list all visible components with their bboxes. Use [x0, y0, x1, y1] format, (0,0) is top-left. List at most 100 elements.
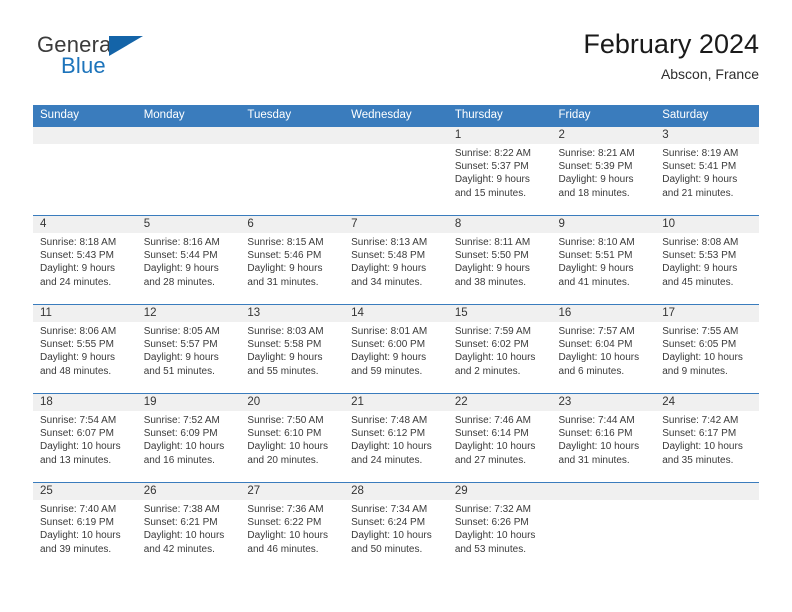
daylight-text-line1: Daylight: 9 hours [247, 263, 323, 275]
day-cell[interactable]: 15 Sunrise: 7:59 AM Sunset: 6:02 PM Dayligh… [447, 304, 552, 394]
day-cell[interactable]: 16 Sunrise: 7:57 AM Sunset: 6:04 PM Dayligh… [551, 304, 656, 394]
daylight-text-line2: and 18 minutes. [558, 187, 630, 199]
sunrise-text: Sunrise: 7:32 AM [454, 504, 531, 515]
day-cell[interactable]: 8 Sunrise: 8:11 AM Sunset: 5:50 PM Daylight… [447, 215, 552, 305]
sunrise-text: Sunrise: 8:05 AM [143, 326, 220, 337]
day-cell[interactable]: 25 Sunrise: 7:40 AM Sunset: 6:19 PM Dayligh… [33, 482, 137, 571]
week-row: 11 Sunrise: 8:06 AM Sunset: 5:55 PM Dayligh… [33, 304, 759, 394]
weekday-header-wednesday: Wednesday [344, 105, 448, 127]
sunset-text: Sunset: 5:51 PM [558, 250, 633, 262]
day-cell[interactable]: 19 Sunrise: 7:52 AM Sunset: 6:09 PM Dayligh… [136, 393, 241, 483]
day-number: 19 [136, 394, 241, 411]
day-cell[interactable]: 4 Sunrise: 8:18 AM Sunset: 5:43 PM Daylight… [33, 215, 137, 305]
sunrise-text: Sunrise: 8:06 AM [40, 326, 117, 337]
day-cell[interactable]: 20 Sunrise: 7:50 AM Sunset: 6:10 PM Dayligh… [240, 393, 345, 483]
day-cell[interactable]: 1 Sunrise: 8:22 AM Sunset: 5:37 PM Daylight… [447, 126, 552, 216]
daylight-text-line1: Daylight: 9 hours [558, 263, 634, 275]
general-blue-logo[interactable]: General Blue [33, 32, 233, 88]
day-cell[interactable]: 23 Sunrise: 7:44 AM Sunset: 6:16 PM Dayligh… [551, 393, 656, 483]
day-cell[interactable]: 11 Sunrise: 8:06 AM Sunset: 5:55 PM Dayligh… [33, 304, 137, 394]
daylight-text-line2: and 20 minutes. [247, 454, 319, 466]
day-cell[interactable]: 10 Sunrise: 8:08 AM Sunset: 5:53 PM Dayligh… [655, 215, 759, 305]
day-cell[interactable]: 29 Sunrise: 7:32 AM Sunset: 6:26 PM Dayligh… [447, 482, 552, 571]
day-cell[interactable]: 26 Sunrise: 7:38 AM Sunset: 6:21 PM Dayligh… [136, 482, 241, 571]
sunset-text: Sunset: 5:41 PM [662, 161, 737, 173]
sunset-text: Sunset: 6:26 PM [454, 517, 529, 529]
daylight-text-line1: Daylight: 10 hours [558, 441, 640, 453]
daylight-text-line2: and 45 minutes. [662, 276, 734, 288]
daylight-text-line1: Daylight: 9 hours [351, 263, 427, 275]
sunrise-text: Sunrise: 8:08 AM [662, 237, 739, 248]
day-cell[interactable]: 22 Sunrise: 7:46 AM Sunset: 6:14 PM Dayligh… [447, 393, 552, 483]
title-block: February 2024 Abscon, France [583, 28, 759, 84]
daylight-text-line1: Daylight: 10 hours [40, 530, 121, 542]
sunset-text: Sunset: 5:43 PM [40, 250, 114, 262]
daylight-text-line2: and 24 minutes. [351, 454, 423, 466]
sunset-text: Sunset: 6:00 PM [351, 339, 426, 351]
day-cell[interactable]: 13 Sunrise: 8:03 AM Sunset: 5:58 PM Dayligh… [240, 304, 345, 394]
day-number: 9 [551, 216, 656, 233]
day-cell[interactable]: 17 Sunrise: 7:55 AM Sunset: 6:05 PM Dayligh… [655, 304, 759, 394]
week-row: 18 Sunrise: 7:54 AM Sunset: 6:07 PM Dayligh… [33, 393, 759, 483]
day-cell[interactable] [240, 126, 345, 216]
day-cell[interactable] [344, 126, 448, 216]
day-cell[interactable] [136, 126, 241, 216]
daylight-text-line2: and 31 minutes. [558, 454, 630, 466]
daylight-text-line2: and 55 minutes. [247, 365, 319, 377]
daylight-text-line1: Daylight: 10 hours [40, 441, 121, 453]
daylight-text-line1: Daylight: 10 hours [454, 530, 536, 542]
sunset-text: Sunset: 6:12 PM [351, 428, 426, 440]
sunrise-text: Sunrise: 7:52 AM [143, 415, 220, 426]
day-number: 3 [655, 127, 759, 144]
day-cell[interactable] [551, 482, 656, 571]
day-number [551, 483, 656, 500]
day-cell[interactable]: 18 Sunrise: 7:54 AM Sunset: 6:07 PM Dayligh… [33, 393, 137, 483]
day-number: 15 [447, 305, 552, 322]
sunset-text: Sunset: 6:09 PM [143, 428, 218, 440]
day-number [240, 127, 345, 144]
daylight-text-line2: and 21 minutes. [662, 187, 734, 199]
day-number: 14 [344, 305, 448, 322]
daylight-text-line1: Daylight: 10 hours [143, 530, 225, 542]
sunrise-text: Sunrise: 7:50 AM [247, 415, 324, 426]
day-cell[interactable] [33, 126, 137, 216]
daylight-text-line2: and 51 minutes. [143, 365, 215, 377]
day-cell[interactable] [655, 482, 759, 571]
day-cell[interactable]: 7 Sunrise: 8:13 AM Sunset: 5:48 PM Daylight… [344, 215, 448, 305]
sunset-text: Sunset: 6:21 PM [143, 517, 218, 529]
daylight-text-line2: and 27 minutes. [454, 454, 526, 466]
day-cell[interactable]: 2 Sunrise: 8:21 AM Sunset: 5:39 PM Daylight… [551, 126, 656, 216]
day-number [33, 127, 137, 144]
sunset-text: Sunset: 5:55 PM [40, 339, 114, 351]
weekday-header-monday: Monday [136, 105, 241, 127]
triangle-flag-icon [109, 36, 143, 56]
day-cell[interactable]: 27 Sunrise: 7:36 AM Sunset: 6:22 PM Dayligh… [240, 482, 345, 571]
daylight-text-line2: and 39 minutes. [40, 543, 112, 555]
sunrise-text: Sunrise: 8:21 AM [558, 148, 635, 159]
daylight-text-line2: and 2 minutes. [454, 365, 521, 377]
sunrise-text: Sunrise: 7:36 AM [247, 504, 324, 515]
sunrise-text: Sunrise: 7:38 AM [143, 504, 220, 515]
sunset-text: Sunset: 6:16 PM [558, 428, 633, 440]
daylight-text-line1: Daylight: 10 hours [351, 530, 432, 542]
daylight-text-line1: Daylight: 10 hours [247, 441, 329, 453]
day-cell[interactable]: 14 Sunrise: 8:01 AM Sunset: 6:00 PM Dayligh… [344, 304, 448, 394]
day-cell[interactable]: 6 Sunrise: 8:15 AM Sunset: 5:46 PM Daylight… [240, 215, 345, 305]
day-cell[interactable]: 28 Sunrise: 7:34 AM Sunset: 6:24 PM Dayligh… [344, 482, 448, 571]
day-cell[interactable]: 12 Sunrise: 8:05 AM Sunset: 5:57 PM Dayligh… [136, 304, 241, 394]
day-cell[interactable]: 9 Sunrise: 8:10 AM Sunset: 5:51 PM Daylight… [551, 215, 656, 305]
daylight-text-line1: Daylight: 9 hours [662, 263, 738, 275]
weekday-header-saturday: Saturday [655, 105, 759, 127]
day-number: 4 [33, 216, 137, 233]
sunrise-text: Sunrise: 7:55 AM [662, 326, 739, 337]
day-cell[interactable]: 5 Sunrise: 8:16 AM Sunset: 5:44 PM Daylight… [136, 215, 241, 305]
day-cell[interactable]: 3 Sunrise: 8:19 AM Sunset: 5:41 PM Daylight… [655, 126, 759, 216]
sunrise-text: Sunrise: 7:54 AM [40, 415, 117, 426]
sunrise-text: Sunrise: 8:10 AM [558, 237, 635, 248]
daylight-text-line2: and 31 minutes. [247, 276, 319, 288]
day-number: 29 [447, 483, 552, 500]
day-number: 2 [551, 127, 656, 144]
day-cell[interactable]: 24 Sunrise: 7:42 AM Sunset: 6:17 PM Dayligh… [655, 393, 759, 483]
day-cell[interactable]: 21 Sunrise: 7:48 AM Sunset: 6:12 PM Dayligh… [344, 393, 448, 483]
sunset-text: Sunset: 6:04 PM [558, 339, 633, 351]
